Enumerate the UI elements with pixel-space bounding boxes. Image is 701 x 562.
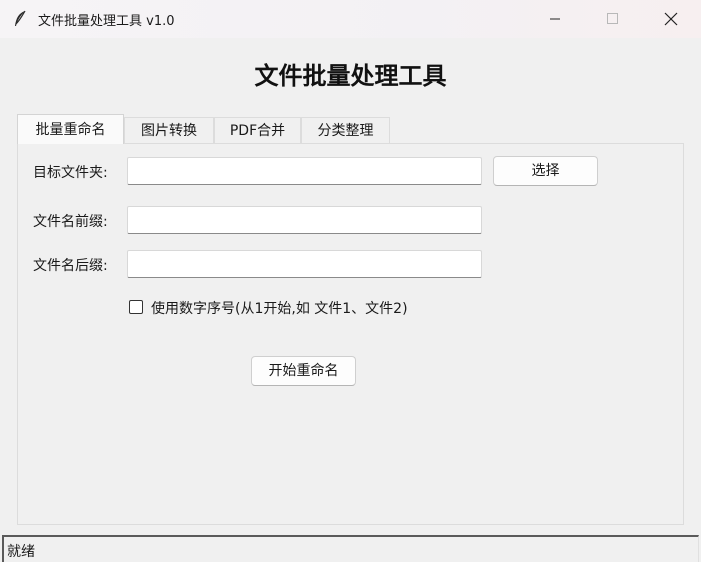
close-button[interactable] [648,0,694,38]
app-heading: 文件批量处理工具 [254,62,447,90]
status-bar: 就绪 [2,535,699,562]
tab-image-convert[interactable]: 图片转换 [124,117,214,143]
use-number-label[interactable]: 使用数字序号(从1开始,如 文件1、文件2) [151,298,408,318]
title-bar[interactable]: 文件批量处理工具 v1.0 [0,0,701,38]
prefix-input[interactable] [127,206,482,234]
start-rename-button[interactable]: 开始重命名 [251,356,356,386]
target-folder-input[interactable] [127,157,482,185]
window-title: 文件批量处理工具 v1.0 [38,14,175,29]
prefix-label: 文件名前缀: [33,214,108,230]
minimize-icon [550,18,560,20]
status-text: 就绪 [7,544,35,560]
use-number-checkbox[interactable] [129,300,143,314]
suffix-input[interactable] [127,250,482,278]
suffix-label: 文件名后缀: [33,258,108,274]
close-icon [664,12,678,26]
feather-icon [13,10,27,28]
minimize-button[interactable] [532,0,578,38]
tab-batch-rename[interactable]: 批量重命名 [17,114,124,144]
maximize-button[interactable] [590,0,636,38]
maximize-icon [607,13,618,24]
tab-categorize[interactable]: 分类整理 [301,117,390,143]
tab-panel-batch-rename [17,143,684,525]
tab-pdf-merge[interactable]: PDF合并 [214,117,301,143]
select-folder-button[interactable]: 选择 [493,156,598,186]
app-window: 文件批量处理工具 v1.0 文件批量处理工具 批量重命名 图片转换 PDF合并 … [0,0,701,562]
target-folder-label: 目标文件夹: [33,165,108,181]
